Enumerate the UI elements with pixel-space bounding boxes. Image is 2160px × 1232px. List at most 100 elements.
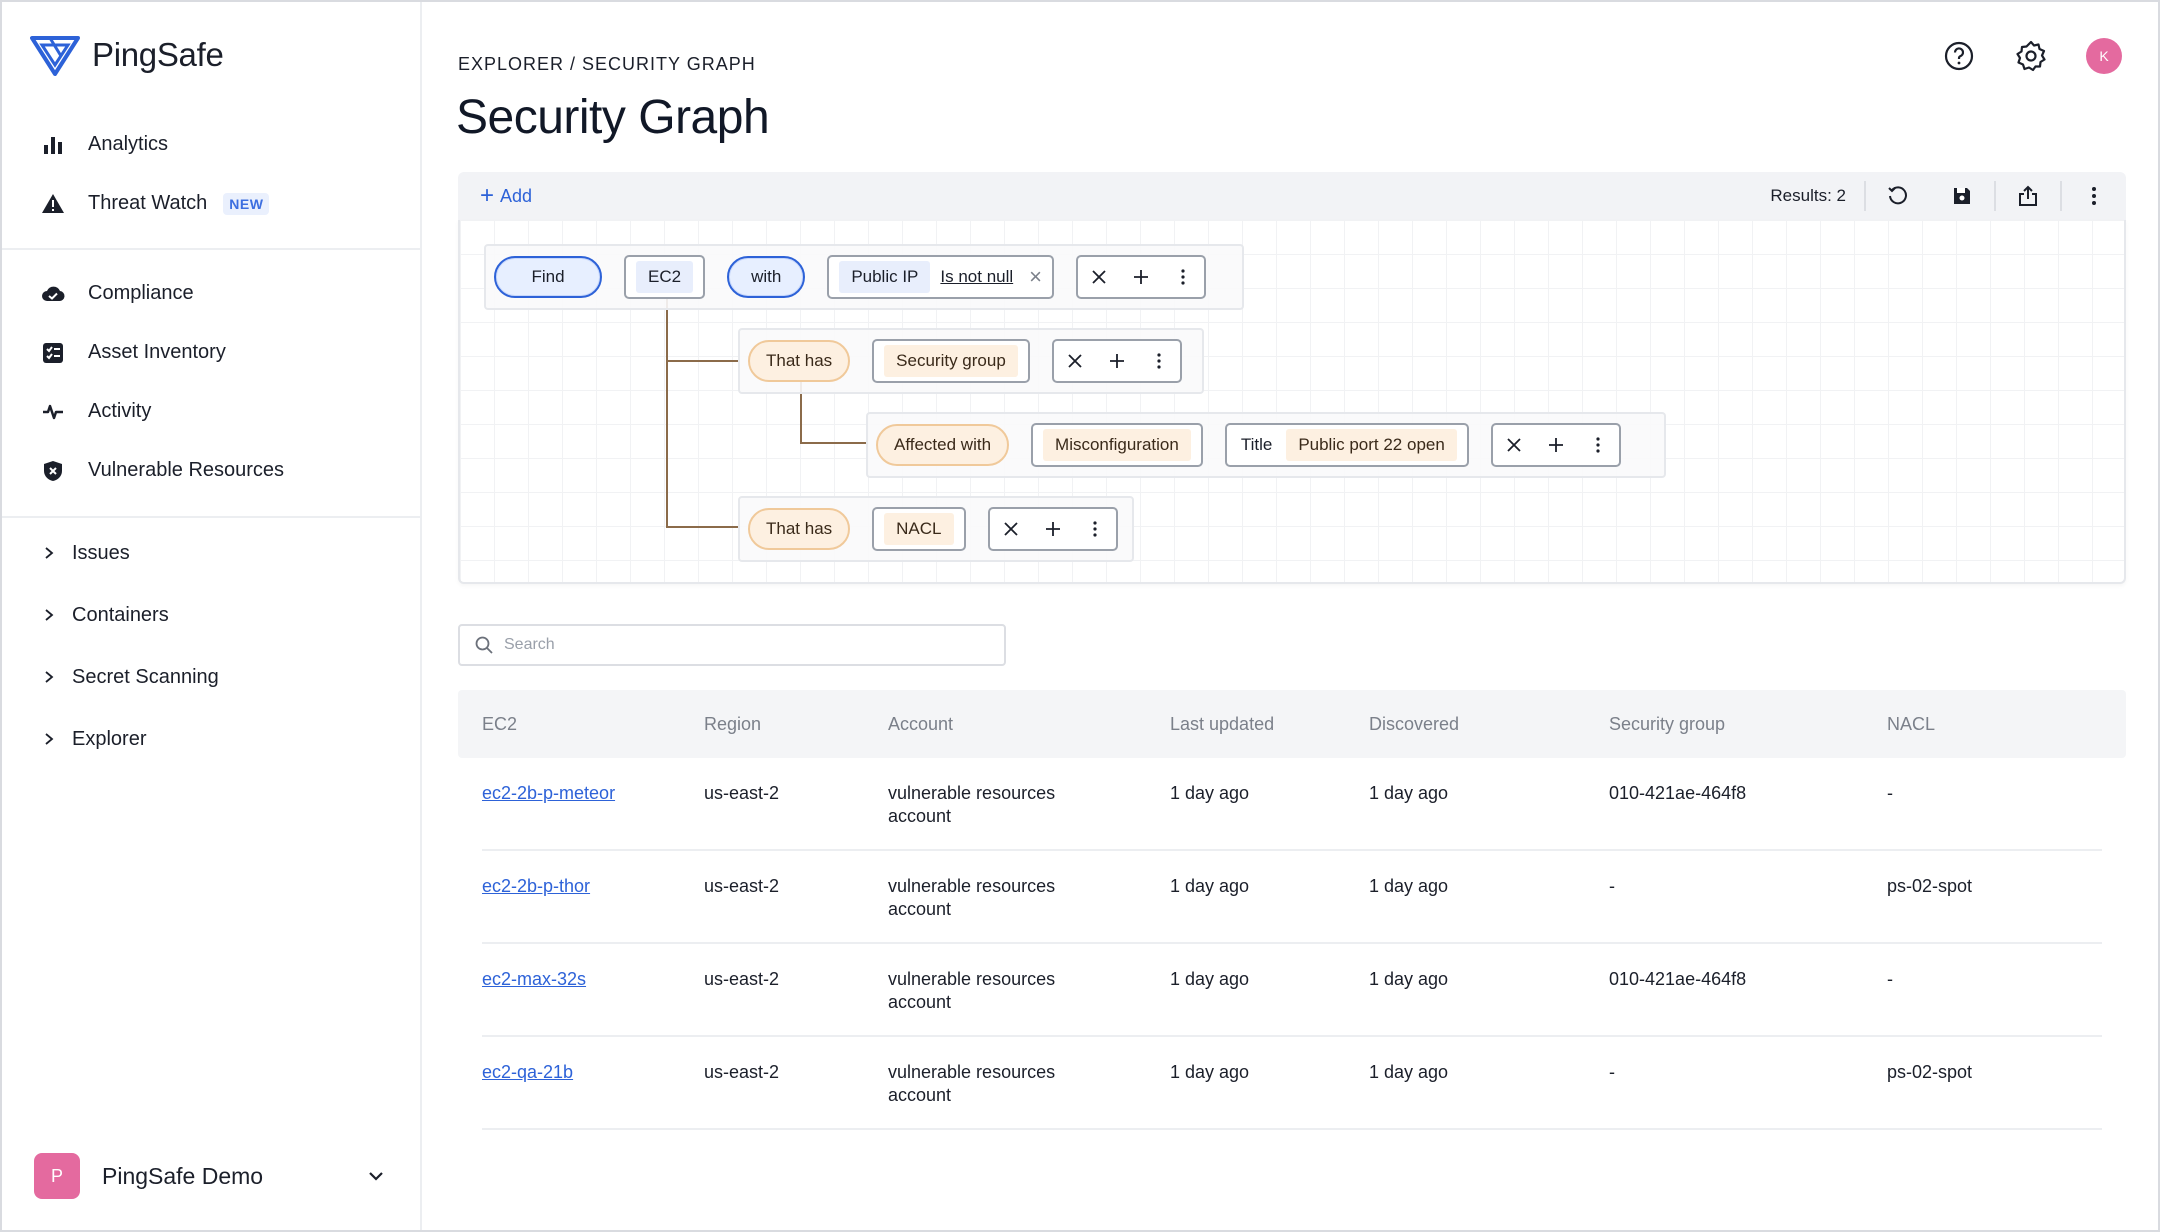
sidebar-item-compliance[interactable]: Compliance: [2, 264, 420, 323]
chevron-right-icon: [45, 671, 54, 683]
save-button[interactable]: [1930, 172, 1994, 220]
filter-operator[interactable]: Is not null: [940, 267, 1013, 287]
search-input[interactable]: [504, 636, 984, 654]
plus-icon: +: [480, 182, 495, 209]
filter-chip-public-ip[interactable]: Public IP Is not null ×: [827, 255, 1055, 299]
filter-chip-title[interactable]: Title Public port 22 open: [1224, 423, 1469, 467]
sidebar-item-issues[interactable]: Issues: [2, 522, 420, 584]
find-pill[interactable]: Find: [494, 256, 602, 298]
close-icon: [1092, 270, 1106, 284]
kebab-icon: [2092, 187, 2096, 205]
user-avatar[interactable]: K: [2086, 38, 2122, 74]
column-header-ec2[interactable]: EC2: [482, 714, 704, 735]
results-count: Results: 2: [1770, 186, 1846, 205]
entity-chip-nacl[interactable]: NACL: [872, 507, 966, 551]
discovered-cell: 1 day ago: [1369, 1062, 1449, 1082]
entity-chip-misconfiguration[interactable]: Misconfiguration: [1031, 423, 1203, 467]
export-button[interactable]: [1996, 172, 2060, 220]
more-options-button[interactable]: [2062, 172, 2126, 220]
security-group-cell: 010-421ae-464f8: [1609, 969, 1747, 989]
add-button[interactable]: + Add: [480, 182, 532, 209]
row-actions: [987, 507, 1118, 551]
delete-row-button[interactable]: [990, 509, 1032, 549]
column-header-nacl[interactable]: NACL: [1887, 714, 2087, 735]
remove-filter-icon[interactable]: ×: [1029, 264, 1042, 290]
row-more-button[interactable]: [1138, 341, 1180, 381]
gear-icon[interactable]: [2014, 39, 2048, 73]
sidebar-item-label: Activity: [88, 400, 152, 422]
help-icon[interactable]: [1942, 39, 1976, 73]
app-window: PingSafe Analytics Threat Watch NEW Comp…: [0, 0, 2160, 1232]
secondary-nav: Compliance Asset Inventory Activity Vuln…: [2, 264, 420, 500]
delete-row-button[interactable]: [1054, 341, 1096, 381]
row-more-button[interactable]: [1162, 257, 1204, 297]
sidebar-item-label: Issues: [72, 541, 130, 564]
row-more-button[interactable]: [1074, 509, 1116, 549]
add-child-button[interactable]: [1120, 257, 1162, 297]
add-child-button[interactable]: [1032, 509, 1074, 549]
entity-tag: Security group: [884, 345, 1018, 377]
page-title: Security Graph: [456, 91, 770, 144]
warning-icon: [40, 191, 66, 217]
discovered-cell: 1 day ago: [1369, 783, 1449, 803]
sidebar-item-label: Analytics: [88, 133, 169, 155]
ec2-link[interactable]: ec2-max-32s: [482, 969, 586, 989]
sidebar-item-activity[interactable]: Activity: [2, 382, 420, 441]
column-header-region[interactable]: Region: [704, 714, 888, 735]
delete-row-button[interactable]: [1493, 425, 1535, 465]
search-icon: [475, 636, 493, 654]
graph-connector: [666, 294, 668, 528]
results-search: [458, 624, 1006, 666]
sidebar-item-secret-scanning[interactable]: Secret Scanning: [2, 646, 420, 708]
ec2-link[interactable]: ec2-qa-21b: [482, 1062, 573, 1082]
relation-pill[interactable]: That has: [748, 508, 851, 550]
sidebar: PingSafe Analytics Threat Watch NEW Comp…: [2, 2, 422, 1230]
column-header-discovered[interactable]: Discovered: [1369, 714, 1609, 735]
plus-icon: [1109, 354, 1124, 368]
column-header-last-updated[interactable]: Last updated: [1170, 714, 1369, 735]
results-table: EC2 Region Account Last updated Discover…: [458, 690, 2126, 1130]
pingsafe-logo-icon: [30, 36, 80, 76]
with-pill[interactable]: with: [727, 256, 806, 298]
sidebar-item-label: Vulnerable Resources: [88, 459, 285, 481]
sidebar-item-label: Secret Scanning: [72, 665, 219, 688]
row-more-button[interactable]: [1577, 425, 1619, 465]
discovered-cell: 1 day ago: [1369, 876, 1449, 896]
entity-chip-ec2[interactable]: EC2: [624, 255, 706, 299]
sidebar-item-threat-watch[interactable]: Threat Watch NEW: [2, 174, 420, 233]
column-header-account[interactable]: Account: [888, 714, 1170, 735]
org-name: PingSafe Demo: [102, 1162, 264, 1189]
sidebar-item-containers[interactable]: Containers: [2, 584, 420, 646]
entity-chip-security-group[interactable]: Security group: [872, 339, 1030, 383]
sidebar-item-label: Explorer: [72, 727, 147, 750]
org-switcher[interactable]: P PingSafe Demo: [34, 1153, 394, 1199]
sidebar-item-label: Compliance: [88, 282, 194, 304]
save-icon: [1954, 188, 1970, 204]
delete-row-button[interactable]: [1078, 257, 1120, 297]
pulse-icon: [40, 399, 66, 425]
relation-pill[interactable]: Affected with: [876, 424, 1010, 466]
account-line: vulnerable resources: [888, 969, 1056, 989]
chevron-right-icon: [45, 609, 54, 621]
reset-button[interactable]: [1866, 172, 1930, 220]
last-updated-cell: 1 day ago: [1170, 1062, 1250, 1082]
sidebar-item-vulnerable-resources[interactable]: Vulnerable Resources: [2, 441, 420, 500]
sidebar-item-analytics[interactable]: Analytics: [2, 115, 420, 174]
account-cell: vulnerable resources account: [888, 944, 1170, 1014]
nacl-cell: ps-02-spot: [1887, 1062, 1973, 1082]
ec2-link[interactable]: ec2-2b-p-meteor: [482, 783, 615, 803]
sidebar-item-explorer[interactable]: Explorer: [2, 708, 420, 770]
header-actions: K: [1942, 38, 2122, 74]
add-child-button[interactable]: [1096, 341, 1138, 381]
table-body: ec2-2b-p-meteor us-east-2 vulnerable res…: [458, 758, 2126, 1130]
column-header-security-group[interactable]: Security group: [1609, 714, 1887, 735]
relation-pill[interactable]: That has: [748, 340, 851, 382]
row-actions: [1490, 423, 1621, 467]
graph-toolbar: + Add Results: 2: [458, 172, 2126, 220]
brand-logo[interactable]: PingSafe: [30, 34, 224, 76]
ec2-link[interactable]: ec2-2b-p-thor: [482, 876, 590, 896]
collapsible-nav: Issues Containers Secret Scanning Explor…: [2, 522, 420, 770]
add-child-button[interactable]: [1535, 425, 1577, 465]
sidebar-item-asset-inventory[interactable]: Asset Inventory: [2, 323, 420, 382]
plus-icon: [1045, 522, 1060, 536]
